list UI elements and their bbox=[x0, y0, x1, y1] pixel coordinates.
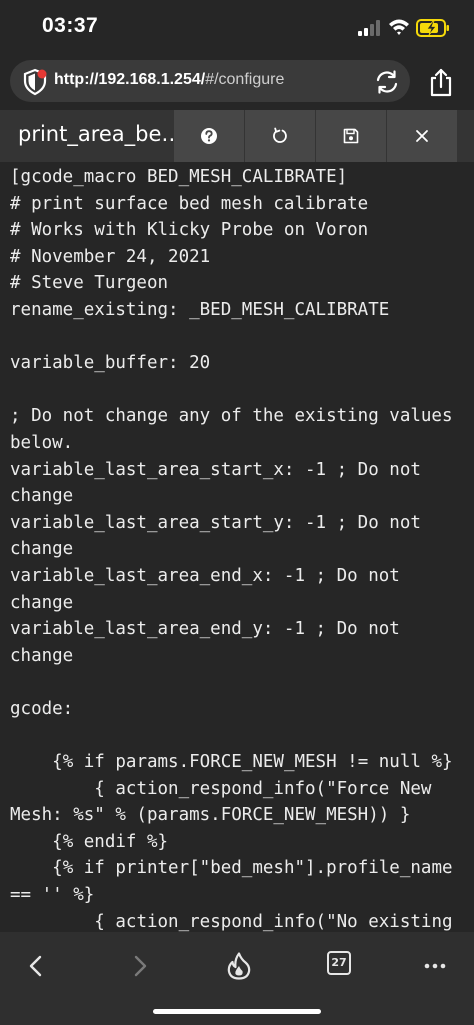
close-icon bbox=[416, 130, 428, 142]
tab-count: 27 bbox=[331, 956, 347, 969]
file-title: print_area_be… bbox=[18, 122, 183, 146]
save-button[interactable] bbox=[316, 110, 386, 162]
status-time: 03:37 bbox=[42, 14, 99, 37]
more-button[interactable] bbox=[415, 946, 455, 986]
status-bar: 03:37 bbox=[0, 0, 474, 56]
code-line: rename_existing: _BED_MESH_CALIBRATE bbox=[10, 299, 390, 320]
forward-icon bbox=[134, 955, 147, 977]
back-icon bbox=[29, 955, 42, 977]
code-line: { action_respond_info("No existing bbox=[10, 911, 453, 932]
url-path: #/configure bbox=[205, 71, 285, 88]
code-line: # Steve Turgeon bbox=[10, 273, 169, 294]
cellular-signal-icon bbox=[358, 20, 380, 36]
code-editor[interactable]: [gcode_macro BED_MESH_CALIBRATE] # print … bbox=[0, 162, 474, 932]
address-bar: http://192.168.1.254/#/configure bbox=[0, 56, 474, 110]
fire-icon bbox=[227, 952, 251, 980]
close-button[interactable] bbox=[387, 110, 457, 162]
code-line: # Works with Klicky Probe on Voron bbox=[10, 220, 369, 241]
help-button[interactable] bbox=[174, 110, 244, 162]
url-text: http://192.168.1.254/#/configure bbox=[54, 71, 284, 89]
code-line: # print surface bed mesh calibrate bbox=[10, 193, 369, 214]
share-icon[interactable] bbox=[428, 68, 454, 98]
code-line: variable_last_area_start_x: -1 ; Do not … bbox=[10, 459, 432, 507]
forward-button[interactable] bbox=[120, 946, 160, 986]
fire-button[interactable] bbox=[219, 946, 259, 986]
code-line: variable_last_area_end_x: -1 ; Do not ch… bbox=[10, 565, 411, 613]
code-text[interactable]: [gcode_macro BED_MESH_CALIBRATE] # print … bbox=[0, 162, 468, 932]
code-line: variable_last_area_end_y: -1 ; Do not ch… bbox=[10, 619, 411, 666]
code-line: # November 24, 2021 bbox=[10, 246, 211, 267]
code-line: {% endif %} bbox=[10, 831, 169, 852]
restart-button[interactable] bbox=[245, 110, 315, 162]
code-line: { action_respond_info("Force New Mesh: %… bbox=[10, 778, 442, 826]
more-icon bbox=[424, 963, 446, 969]
home-indicator[interactable] bbox=[153, 1009, 321, 1014]
code-line: {% if printer["bed_mesh"].profile_name =… bbox=[10, 858, 464, 906]
tabs-button[interactable]: 27 bbox=[327, 951, 351, 975]
code-line: variable_last_area_start_y: -1 ; Do not … bbox=[10, 512, 432, 560]
back-button[interactable] bbox=[16, 946, 56, 986]
reload-icon[interactable] bbox=[374, 69, 400, 95]
wifi-icon bbox=[389, 19, 409, 35]
url-host: http://192.168.1.254/ bbox=[54, 71, 206, 88]
restart-icon bbox=[273, 127, 287, 143]
code-line: variable_buffer: 20 bbox=[10, 353, 211, 374]
code-line: [gcode_macro BED_MESH_CALIBRATE] bbox=[10, 167, 348, 187]
privacy-shield-icon[interactable] bbox=[22, 68, 48, 96]
url-field[interactable]: http://192.168.1.254/#/configure bbox=[10, 60, 410, 102]
editor-header: print_area_be… bbox=[0, 110, 474, 162]
help-icon bbox=[201, 128, 217, 144]
save-icon bbox=[343, 128, 359, 144]
code-line: gcode: bbox=[10, 698, 74, 719]
battery-charging-icon bbox=[416, 19, 449, 37]
code-line: {% if params.FORCE_NEW_MESH != null %} bbox=[10, 752, 453, 773]
code-line: ; Do not change any of the existing valu… bbox=[10, 406, 464, 453]
